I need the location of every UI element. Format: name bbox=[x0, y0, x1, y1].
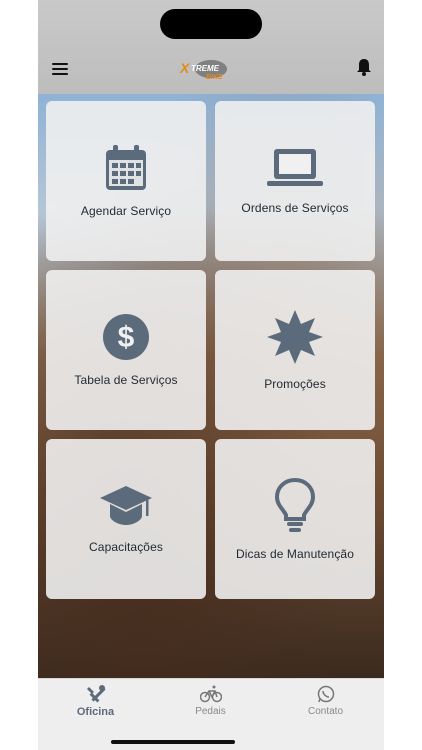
tab-label: Oficina bbox=[76, 706, 115, 718]
tab-contato[interactable]: Contato bbox=[268, 685, 383, 725]
tile-capacitacoes[interactable]: Capacitações bbox=[46, 439, 206, 599]
tab-label: Contato bbox=[307, 706, 344, 717]
whatsapp-icon bbox=[317, 685, 334, 703]
dollar-icon: $ bbox=[103, 314, 149, 360]
device-notch bbox=[160, 9, 262, 39]
tile-promocoes[interactable]: Promoções bbox=[215, 270, 375, 430]
tile-tabela-de-servicos[interactable]: $ Tabela de Serviços bbox=[46, 270, 206, 430]
bell-icon[interactable] bbox=[355, 57, 373, 77]
menu-button[interactable] bbox=[52, 63, 68, 77]
hamburger-icon bbox=[52, 63, 68, 65]
svg-text:BIKE: BIKE bbox=[206, 74, 223, 81]
brand-logo: X TREME BIKE bbox=[179, 60, 227, 81]
svg-text:X: X bbox=[179, 60, 191, 76]
tile-label: Ordens de Serviços bbox=[241, 201, 349, 215]
tile-agendar-servico[interactable]: Agendar Serviço bbox=[46, 101, 206, 261]
starburst-icon bbox=[267, 310, 323, 364]
tile-label: Agendar Serviço bbox=[80, 204, 172, 218]
tile-ordens-de-servicos[interactable]: Ordens de Serviços bbox=[215, 101, 375, 261]
tile-label: Dicas de Manutenção bbox=[236, 547, 354, 561]
lightbulb-icon bbox=[274, 477, 316, 532]
app-screen: X TREME BIKE Agendar Serviço Ordens de S… bbox=[38, 0, 384, 750]
tools-icon bbox=[86, 685, 106, 703]
calendar-icon bbox=[106, 145, 146, 190]
bicycle-icon bbox=[199, 685, 222, 703]
laptop-icon bbox=[267, 149, 323, 186]
tab-oficina[interactable]: Oficina bbox=[38, 685, 153, 725]
tab-pedais[interactable]: Pedais bbox=[153, 685, 268, 725]
tab-label: Pedais bbox=[195, 706, 226, 717]
tile-label: Promoções bbox=[264, 377, 326, 391]
svg-text:TREME: TREME bbox=[191, 64, 220, 73]
home-indicator[interactable] bbox=[111, 740, 235, 744]
svg-text:$: $ bbox=[118, 321, 135, 354]
tile-label: Tabela de Serviços bbox=[74, 373, 178, 387]
tile-label: Capacitações bbox=[89, 540, 163, 554]
top-bar: X TREME BIKE bbox=[38, 0, 384, 94]
tile-dicas-de-manutencao[interactable]: Dicas de Manutenção bbox=[215, 439, 375, 599]
graduation-cap-icon bbox=[100, 486, 152, 525]
